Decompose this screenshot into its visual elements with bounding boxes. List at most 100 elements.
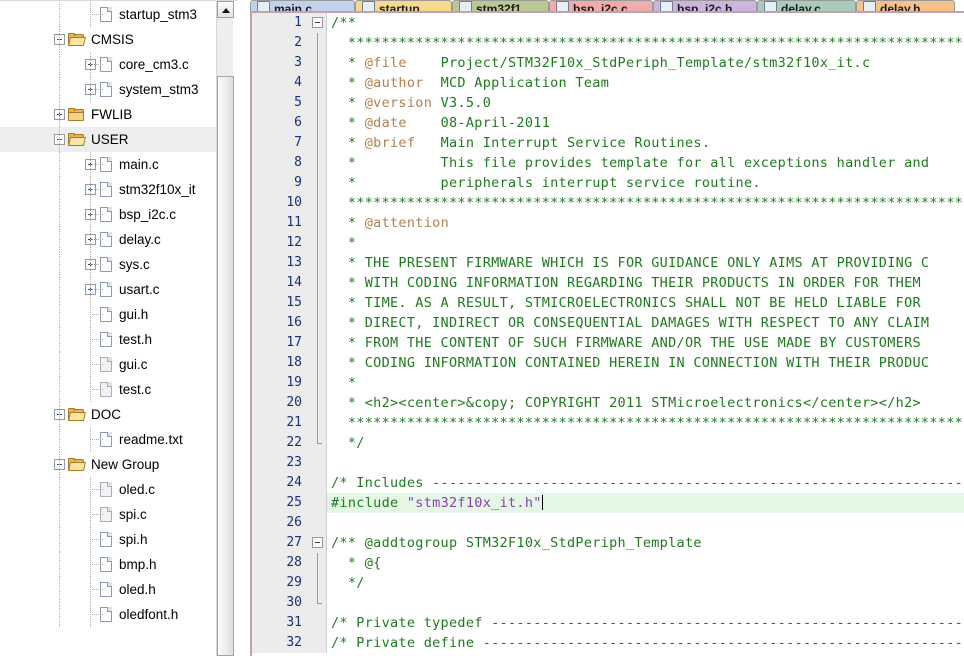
code-line[interactable]: 27 /** @addtogroup STM32F10x_StdPeriph_Te…	[252, 533, 964, 553]
tree-folder-user[interactable]: USER	[0, 127, 216, 152]
code-line[interactable]: 29 */	[252, 573, 964, 593]
code-text[interactable]: *	[327, 373, 964, 393]
document-tab-strip[interactable]: main.c startup_ stm32f1 bsp_i2c.c bsp_i2c.h d…	[250, 0, 964, 11]
code-line[interactable]: 26	[252, 513, 964, 533]
tree-file-test-c[interactable]: test.c	[0, 377, 216, 402]
fold-margin[interactable]	[309, 193, 327, 213]
document-tab-stm32f1[interactable]: stm32f1	[452, 0, 549, 11]
scrollbar-thumb[interactable]	[217, 76, 234, 656]
code-line[interactable]: 3 * @file Project/STM32F10x_StdPeriph_Te…	[252, 53, 964, 73]
fold-margin[interactable]	[309, 293, 327, 313]
code-text[interactable]: ****************************************…	[327, 33, 964, 53]
tree-folder-cmsis[interactable]: CMSIS	[0, 27, 216, 52]
document-tab-delay-h[interactable]: delay.h	[856, 0, 955, 11]
code-line[interactable]: 28 * @{	[252, 553, 964, 573]
code-line[interactable]: 10 *************************************…	[252, 193, 964, 213]
fold-margin[interactable]	[309, 93, 327, 113]
tree-file-sys-c[interactable]: sys.c	[0, 252, 216, 277]
tree-file-test-h[interactable]: test.h	[0, 327, 216, 352]
fold-margin[interactable]	[309, 73, 327, 93]
fold-margin[interactable]	[309, 213, 327, 233]
code-text[interactable]: /* Private typedef ---------------------…	[327, 613, 964, 633]
code-line[interactable]: 24 /* Includes --------------------------…	[252, 473, 964, 493]
fold-margin[interactable]	[309, 593, 327, 613]
code-text[interactable]: * DIRECT, INDIRECT OR CONSEQUENTIAL DAMA…	[327, 313, 964, 333]
code-text[interactable]: * CODING INFORMATION CONTAINED HEREIN IN…	[327, 353, 964, 373]
pane-splitter[interactable]	[237, 0, 250, 656]
code-line[interactable]: 1 /**	[252, 13, 964, 33]
tree-folder-doc[interactable]: DOC	[0, 402, 216, 427]
tree-file-spi-c[interactable]: spi.c	[0, 502, 216, 527]
code-editor[interactable]: 1/** 2 **********************************…	[252, 13, 964, 656]
document-tab-startup-[interactable]: startup_	[355, 0, 452, 11]
code-text[interactable]: * @attention	[327, 213, 964, 233]
fold-margin[interactable]	[309, 253, 327, 273]
fold-margin[interactable]	[309, 473, 327, 493]
fold-margin[interactable]	[309, 453, 327, 473]
fold-collapse-icon[interactable]	[312, 537, 323, 548]
code-text[interactable]: */	[327, 573, 964, 593]
code-text[interactable]: * @brief Main Interrupt Service Routines…	[327, 133, 964, 153]
code-line[interactable]: 2 **************************************…	[252, 33, 964, 53]
fold-margin[interactable]	[309, 493, 327, 513]
tree-file-oled-h[interactable]: oled.h	[0, 577, 216, 602]
code-line[interactable]: 18 * CODING INFORMATION CONTAINED HEREIN…	[252, 353, 964, 373]
code-line[interactable]: 14 * WITH CODING INFORMATION REGARDING T…	[252, 273, 964, 293]
project-tree[interactable]: startup_stm3 CMSIS core_cm3.c system_stm3 FW…	[0, 1, 216, 656]
code-line[interactable]: 23	[252, 453, 964, 473]
code-line[interactable]: 4 * @author MCD Application Team	[252, 73, 964, 93]
fold-margin[interactable]	[309, 573, 327, 593]
code-line[interactable]: 17 * FROM THE CONTENT OF SUCH FIRMWARE A…	[252, 333, 964, 353]
code-text[interactable]	[327, 453, 964, 473]
code-text[interactable]: * WITH CODING INFORMATION REGARDING THEI…	[327, 273, 964, 293]
code-text[interactable]: * THE PRESENT FIRMWARE WHICH IS FOR GUID…	[327, 253, 964, 273]
code-line[interactable]: 9 * peripherals interrupt service routin…	[252, 173, 964, 193]
tree-file-oledfont-h[interactable]: oledfont.h	[0, 602, 216, 627]
tree-file-gui-c[interactable]: gui.c	[0, 352, 216, 377]
project-tree-scrollbar[interactable]	[216, 1, 234, 656]
tree-folder-fwlib[interactable]: FWLIB	[0, 102, 216, 127]
code-line[interactable]: 22 */	[252, 433, 964, 453]
code-text[interactable]: */	[327, 433, 964, 453]
code-text[interactable]: /** @addtogroup STM32F10x_StdPeriph_Temp…	[327, 533, 964, 553]
code-line[interactable]: 11 * @attention	[252, 213, 964, 233]
fold-margin[interactable]	[309, 153, 327, 173]
tree-file-delay-c[interactable]: delay.c	[0, 227, 216, 252]
tree-folder-new-group[interactable]: New Group	[0, 452, 216, 477]
code-text[interactable]: * @date 08-April-2011	[327, 113, 964, 133]
code-text[interactable]	[327, 513, 964, 533]
document-tab-delay-c[interactable]: delay.c	[757, 0, 856, 11]
fold-margin[interactable]	[309, 533, 327, 553]
tree-file-readme-txt[interactable]: readme.txt	[0, 427, 216, 452]
tree-file-bmp-h[interactable]: bmp.h	[0, 552, 216, 577]
fold-margin[interactable]	[309, 233, 327, 253]
document-tab-main-c[interactable]: main.c	[250, 0, 355, 11]
code-line[interactable]: 7 * @brief Main Interrupt Service Routin…	[252, 133, 964, 153]
fold-margin[interactable]	[309, 633, 327, 653]
code-text[interactable]: ****************************************…	[327, 193, 964, 213]
fold-margin[interactable]	[309, 113, 327, 133]
document-tab-bsp-i2c-c[interactable]: bsp_i2c.c	[549, 0, 653, 11]
tree-file-oled-c[interactable]: oled.c	[0, 477, 216, 502]
code-text[interactable]: * FROM THE CONTENT OF SUCH FIRMWARE AND/…	[327, 333, 964, 353]
code-text[interactable]: /* Private define ----------------------…	[327, 633, 964, 653]
fold-collapse-icon[interactable]	[312, 17, 323, 28]
code-text[interactable]: /**	[327, 13, 964, 33]
code-line[interactable]: 12 *	[252, 233, 964, 253]
fold-margin[interactable]	[309, 313, 327, 333]
fold-margin[interactable]	[309, 13, 327, 33]
document-tab-bsp-i2c-h[interactable]: bsp_i2c.h	[653, 0, 757, 11]
tree-file-spi-h[interactable]: spi.h	[0, 527, 216, 552]
fold-margin[interactable]	[309, 513, 327, 533]
code-text[interactable]: * @version V3.5.0	[327, 93, 964, 113]
tree-file-bsp-i2c-c[interactable]: bsp_i2c.c	[0, 202, 216, 227]
fold-margin[interactable]	[309, 373, 327, 393]
code-line[interactable]: 25 #include "stm32f10x_it.h"	[252, 493, 964, 513]
fold-margin[interactable]	[309, 393, 327, 413]
fold-margin[interactable]	[309, 133, 327, 153]
code-text[interactable]: * TIME. AS A RESULT, STMICROELECTRONICS …	[327, 293, 964, 313]
fold-margin[interactable]	[309, 433, 327, 453]
code-text[interactable]: * peripherals interrupt service routine.	[327, 173, 964, 193]
tree-file-startup-stm3[interactable]: startup_stm3	[0, 2, 216, 27]
fold-margin[interactable]	[309, 33, 327, 53]
